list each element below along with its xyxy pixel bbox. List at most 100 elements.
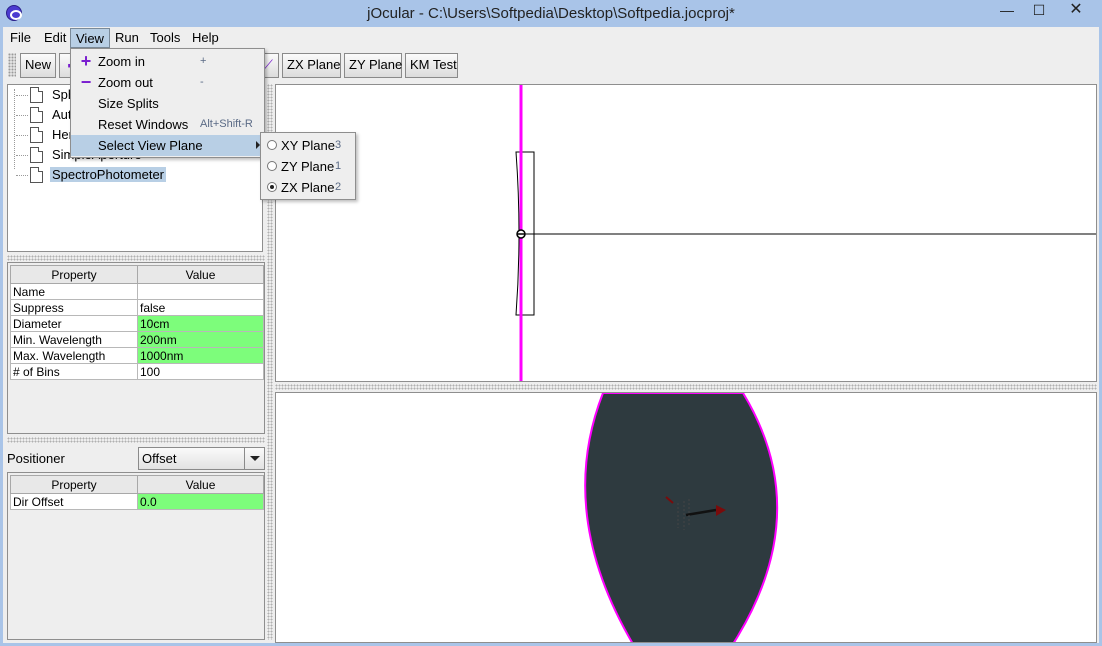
property-value[interactable]: 1000nm [137,347,264,364]
lens-solid [584,393,779,642]
column-header-property: Property [10,265,138,284]
menu-item-label: Reset Windows [98,117,189,132]
radio-button[interactable] [267,161,277,171]
menu-item-reset-windows[interactable]: Reset Windows Alt+Shift-R [71,114,264,135]
menu-item-accelerator: 1 [335,160,342,172]
three-d-view-canvas [584,393,779,642]
menu-help[interactable]: Help [187,28,224,48]
tree-branch [16,115,28,116]
chevron-down-icon[interactable] [244,448,264,469]
table-row[interactable]: Name [10,283,264,300]
table-row[interactable]: # of Bins 100 [10,363,264,380]
zx-plane-button[interactable]: ZX Plane [282,53,341,78]
document-icon [30,147,43,163]
properties-panel: Property Value Name Suppress false Diame… [7,262,265,434]
table-row[interactable]: Dir Offset 0.0 [10,493,264,510]
document-icon [30,107,43,123]
menu-run[interactable]: Run [110,28,144,48]
property-value[interactable]: 10cm [137,315,264,332]
menu-item-zy-plane[interactable]: ZY Plane 1 [261,156,355,177]
menu-item-label: Zoom out [98,75,153,90]
document-icon [30,87,43,103]
document-icon [30,127,43,143]
menu-item-select-view-plane[interactable]: Select View Plane [71,135,264,156]
menu-help-label: Help [192,30,219,45]
property-name: # of Bins [10,363,138,380]
view-splitter[interactable] [275,384,1097,390]
table-row[interactable]: Max. Wavelength 1000nm [10,347,264,364]
menu-item-accelerator: + [200,55,207,67]
document-icon [30,167,43,183]
positioner-select[interactable]: Offset [138,447,265,470]
table-row[interactable]: Min. Wavelength 200nm [10,331,264,348]
menu-item-label: Zoom in [98,54,145,69]
left-splitter-top[interactable] [7,255,265,261]
property-value[interactable]: 200nm [137,331,264,348]
tree-branch [16,175,28,176]
table-row[interactable]: Suppress false [10,299,264,316]
menu-edit[interactable]: Edit [39,28,71,48]
menu-item-label: XY Plane [281,138,335,153]
tree-connector [14,89,15,169]
property-name: Dir Offset [10,493,138,510]
title-bar: jOcular - C:\Users\Softpedia\Desktop\Sof… [0,0,1102,27]
menu-item-zx-plane[interactable]: ZX Plane 2 [261,177,355,198]
property-value[interactable] [137,283,264,300]
radio-button[interactable] [267,140,277,150]
positioner-label: Positioner [7,451,65,466]
km-test-button[interactable]: KM Test [405,53,458,78]
client-area: File Edit View Run Tools Help New ▪ ⟋ ZX… [3,27,1099,643]
table-row[interactable]: Diameter 10cm [10,315,264,332]
menu-tools[interactable]: Tools [145,28,185,48]
view-menu-dropdown: + Zoom in + − Zoom out - Size Splits Res… [70,48,265,158]
column-header-property: Property [10,475,138,494]
tree-branch [16,95,28,96]
property-name: Min. Wavelength [10,331,138,348]
properties-table: Property Value Name Suppress false Diame… [10,265,264,380]
menu-item-xy-plane[interactable]: XY Plane 3 [261,135,355,156]
maximize-button[interactable]: ☐ [1024,0,1054,22]
menu-item-zoom-in[interactable]: + Zoom in + [71,51,264,72]
property-name: Max. Wavelength [10,347,138,364]
positioner-row: Positioner Offset [7,447,265,471]
radio-button-checked[interactable] [267,182,277,192]
view-plane-submenu: XY Plane 3 ZY Plane 1 ZX Plane 2 [260,132,356,200]
property-value[interactable]: false [137,299,264,316]
menu-item-label: ZX Plane [281,180,335,195]
column-header-value: Value [137,265,264,284]
positioner-selected-value: Offset [142,451,177,466]
menu-item-size-splits[interactable]: Size Splits [71,93,264,114]
menu-bar: File Edit View Run Tools Help [3,27,1099,49]
plane-view-bottom[interactable] [275,392,1097,643]
menu-view-label: View [76,31,104,46]
menu-item-accelerator: 3 [335,139,342,151]
menu-item-label: ZY Plane [281,159,335,174]
menu-item-label: Size Splits [98,96,159,111]
menu-tools-label: Tools [150,30,181,45]
menu-file-label: File [10,30,31,45]
side-view-canvas [515,85,1096,381]
close-button[interactable]: ✕ [1054,0,1098,22]
column-header-value: Value [137,475,264,494]
menu-run-label: Run [115,30,139,45]
menu-item-zoom-out[interactable]: − Zoom out - [71,72,264,93]
menu-view[interactable]: View [70,28,110,48]
new-button[interactable]: New [20,53,56,78]
tree-item-label: SpectroPhotometer [50,167,167,182]
zy-plane-button[interactable]: ZY Plane [344,53,402,78]
menu-item-accelerator: Alt+Shift-R [200,118,253,130]
zoom-out-icon: − [80,72,92,92]
plane-view-top[interactable] [275,84,1097,382]
property-value[interactable]: 0.0 [137,493,264,510]
toolbar-grip[interactable] [8,53,16,77]
left-splitter-bottom[interactable] [7,437,265,443]
menu-edit-label: Edit [44,30,67,45]
property-value[interactable]: 100 [137,363,264,380]
minimize-button[interactable]: — [992,0,1022,22]
tree-branch [16,135,28,136]
menu-file[interactable]: File [5,28,36,48]
menu-item-accelerator: 2 [335,181,342,193]
property-name: Diameter [10,315,138,332]
menu-item-label: Select View Plane [98,138,203,153]
menu-item-accelerator: - [200,76,204,88]
